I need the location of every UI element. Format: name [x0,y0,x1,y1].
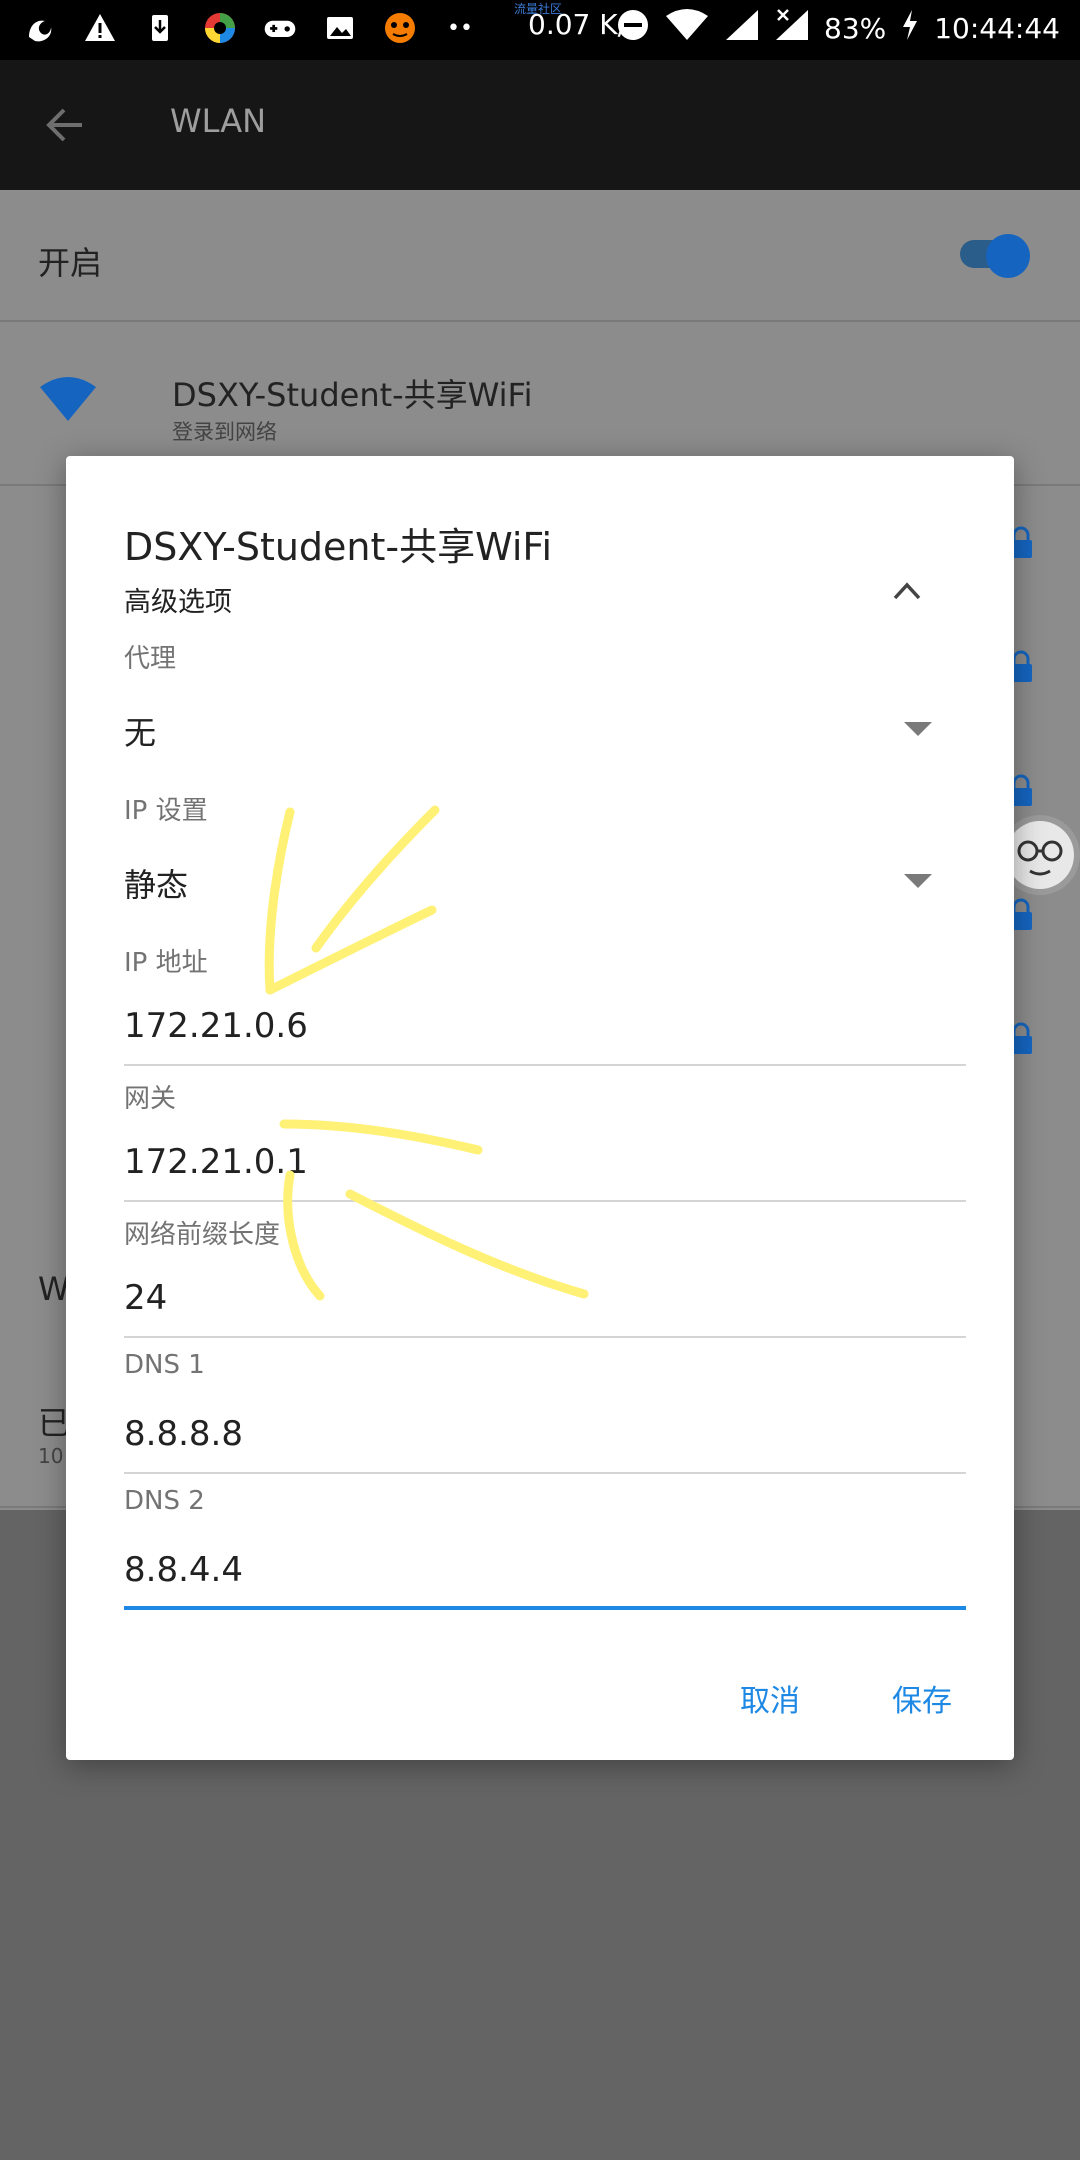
gateway-value: 172.21.0.1 [124,1142,308,1182]
gateway-label: 网关 [124,1084,177,1114]
cancel-button[interactable]: 取消 [740,1676,800,1720]
chevron-up-icon[interactable] [892,578,922,602]
prefix-length-label: 网络前缀长度 [124,1220,281,1250]
more-notifications-icon: •• [447,15,473,41]
dns1-value: 8.8.8.8 [124,1414,243,1454]
status-bar: •• 流量社区 0.07 K/s 83% 10:44:44 [0,0,1080,60]
signal-icon [724,8,760,49]
switch-thumb [986,234,1030,278]
notification-icons: •• [22,10,478,46]
wlan-toggle-label: 开启 [38,244,103,282]
wlan-switch[interactable] [960,234,1030,278]
advanced-options-toggle[interactable]: 高级选项 [124,580,232,619]
ip-address-label: IP 地址 [124,948,208,978]
no-signal-icon [774,8,810,49]
dns2-value: 8.8.4.4 [124,1550,243,1590]
gallery-icon [322,10,358,46]
wifi-status-icon [664,8,710,49]
orange-app-icon [382,10,418,46]
dialog-title: DSXY-Student-共享WiFi [124,525,553,569]
field-underline [124,1472,966,1474]
page-title: WLAN [170,102,267,140]
clock: 10:44:44 [934,12,1060,45]
app-bar: WLAN [0,60,1080,190]
game-controller-icon [262,10,298,46]
connected-network-status: 登录到网络 [172,420,277,444]
do-not-disturb-icon [616,8,650,49]
download-icon [142,10,178,46]
dropdown-arrow-icon[interactable] [904,722,932,736]
dns1-label: DNS 1 [124,1350,205,1380]
field-underline [124,1336,966,1338]
field-underline [124,1064,966,1066]
dns2-field[interactable]: 8.8.4.4 [124,1540,966,1610]
partial-label: 10 [38,1444,64,1468]
save-button[interactable]: 保存 [892,1676,952,1720]
wlan-toggle-row[interactable]: 开启 [0,190,1080,322]
field-underline-active [124,1606,966,1610]
warning-icon [82,10,118,46]
ip-address-value: 172.21.0.6 [124,1006,308,1046]
proxy-label: 代理 [124,644,177,674]
gateway-field[interactable]: 172.21.0.1 [124,1132,966,1202]
ip-settings-label: IP 设置 [124,796,208,826]
wifi-advanced-dialog: DSXY-Student-共享WiFi 高级选项 代理 无 IP 设置 静态 I… [66,456,1014,1760]
proxy-select[interactable]: 无 [124,708,156,754]
dns2-label: DNS 2 [124,1486,205,1516]
status-right: 83% 10:44:44 [616,8,1060,49]
dropdown-arrow-icon[interactable] [904,874,932,888]
uc-browser-icon [22,10,58,46]
connected-network-name[interactable]: DSXY-Student-共享WiFi [172,370,533,416]
prefix-length-value: 24 [124,1278,168,1318]
charging-icon [900,8,920,49]
wifi-connected-icon [38,375,98,427]
prefix-length-field[interactable]: 24 [124,1268,966,1338]
partial-label: W [38,1270,70,1308]
ip-settings-select[interactable]: 静态 [124,860,188,906]
ip-address-field[interactable]: 172.21.0.6 [124,996,966,1066]
battery-level: 83% [824,12,887,45]
field-underline [124,1200,966,1202]
color-app-icon [202,10,238,46]
back-arrow-icon[interactable] [38,98,92,152]
dns1-field[interactable]: 8.8.8.8 [124,1404,966,1474]
